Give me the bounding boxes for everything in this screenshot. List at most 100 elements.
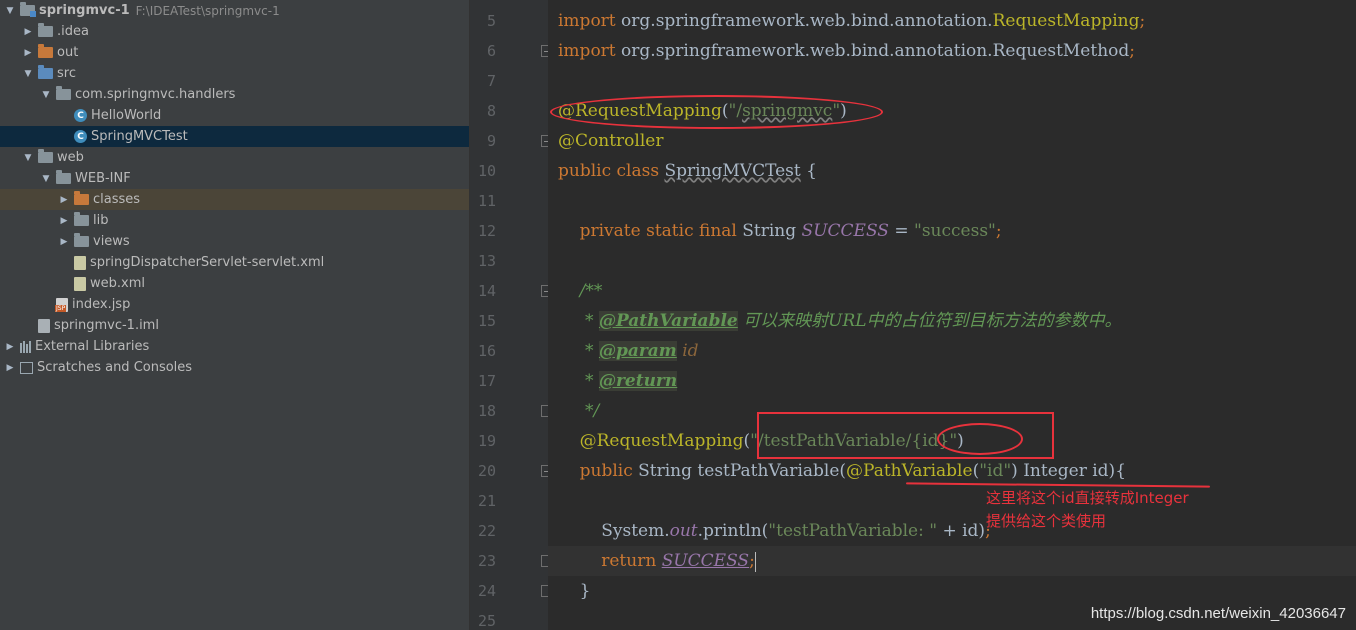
tree-item-label: views <box>93 234 130 249</box>
tree-item-idea[interactable]: ▶ .idea <box>0 21 469 42</box>
iml-file-icon <box>38 318 50 333</box>
code-token: @return <box>598 371 678 391</box>
tree-item-label: External Libraries <box>35 339 150 354</box>
collapse-arrow-icon[interactable]: ▼ <box>4 5 16 17</box>
tree-item-label: SpringMVCTest <box>91 129 188 144</box>
code-token: String <box>638 461 698 481</box>
tree-item-label: .idea <box>57 24 89 39</box>
tree-item-label: web.xml <box>90 276 145 291</box>
expand-arrow-icon[interactable]: ▶ <box>4 341 16 353</box>
line-number: 19 <box>477 432 496 450</box>
package-icon <box>56 86 71 100</box>
code-token: @PathVariable <box>598 311 738 331</box>
code-line: public String testPathVariable(@PathVari… <box>558 456 1126 486</box>
tree-item-springmvctest[interactable]: C SpringMVCTest <box>0 126 469 147</box>
tree-item-label: classes <box>93 192 141 207</box>
line-number: 5 <box>486 12 496 30</box>
code-token: String <box>742 221 802 241</box>
code-token: } <box>558 581 591 601</box>
code-token: import <box>558 41 622 61</box>
code-token: "/ <box>728 101 743 121</box>
module-folder-icon <box>20 2 36 17</box>
collapse-arrow-icon[interactable]: ▼ <box>40 89 52 101</box>
tree-item-classes[interactable]: ▶ classes <box>0 189 469 210</box>
folder-icon <box>38 149 53 163</box>
code-token: SUCCESS <box>801 221 889 241</box>
tree-item-springdispatcherservlet-servlet-xml[interactable]: springDispatcherServlet-servlet.xml <box>0 252 469 273</box>
code-token: /** <box>558 281 603 301</box>
code-token: ; <box>995 221 1002 241</box>
line-number: 7 <box>486 72 496 90</box>
line-number: 13 <box>477 252 496 270</box>
collapse-arrow-icon[interactable]: ▼ <box>40 173 52 185</box>
expand-arrow-icon[interactable]: ▶ <box>22 47 34 59</box>
tree-item-lib[interactable]: ▶ lib <box>0 210 469 231</box>
expand-arrow-icon[interactable]: ▶ <box>58 215 70 227</box>
tree-item-index-jsp[interactable]: index.jsp <box>0 294 469 315</box>
class-icon: C <box>74 109 87 122</box>
code-token: + id) <box>937 521 986 541</box>
collapse-arrow-icon[interactable]: ▼ <box>22 68 34 80</box>
line-number: 17 <box>477 372 496 390</box>
collapse-arrow-icon[interactable]: ▼ <box>22 152 34 164</box>
code-token: static <box>646 221 699 241</box>
expand-arrow-icon[interactable]: ▶ <box>58 236 70 248</box>
tree-item-web-xml[interactable]: web.xml <box>0 273 469 294</box>
tree-item-external-libraries[interactable]: ▶ External Libraries <box>0 336 469 357</box>
tree-item-web-inf[interactable]: ▼ WEB-INF <box>0 168 469 189</box>
code-token: springmvc <box>742 101 833 121</box>
code-line: * @return <box>558 366 678 396</box>
project-tree: ▼ springmvc-1 F:\IDEATest\springmvc-1 ▶ .ide… <box>0 0 469 378</box>
code-token: "testPathVariable: " <box>768 521 938 541</box>
folder-icon <box>38 23 53 37</box>
tree-item-springmvc-1-iml[interactable]: springmvc-1.iml <box>0 315 469 336</box>
line-number: 11 <box>477 192 496 210</box>
tree-item-label: src <box>57 66 76 81</box>
tree-item-springmvc-1[interactable]: ▼ springmvc-1 F:\IDEATest\springmvc-1 <box>0 0 469 21</box>
code-token: out <box>669 521 698 541</box>
line-number: 24 <box>477 582 496 600</box>
tree-item-views[interactable]: ▶ views <box>0 231 469 252</box>
tree-item-label: Scratches and Consoles <box>37 360 193 375</box>
code-editor[interactable]: import org.springframework.web.bind.anno… <box>548 0 1356 630</box>
source-folder-icon <box>38 65 53 79</box>
tree-item-src[interactable]: ▼ src <box>0 63 469 84</box>
tree-item-label: springDispatcherServlet-servlet.xml <box>90 255 325 270</box>
code-token: org.springframework.web.bind.annotation.… <box>621 41 1130 61</box>
tree-item-out[interactable]: ▶ out <box>0 42 469 63</box>
tree-item-com-springmvc-handlers[interactable]: ▼ com.springmvc.handlers <box>0 84 469 105</box>
tree-item-label: WEB-INF <box>75 171 131 186</box>
code-token: public <box>558 461 639 481</box>
code-token: @Controller <box>558 131 664 151</box>
code-token: * <box>558 371 599 391</box>
tree-item-label: com.springmvc.handlers <box>75 87 236 102</box>
line-number: 18 <box>477 402 496 420</box>
expand-arrow-icon[interactable]: ▶ <box>58 194 70 206</box>
expand-arrow-icon[interactable]: ▶ <box>22 26 34 38</box>
tree-item-helloworld[interactable]: C HelloWorld <box>0 105 469 126</box>
code-token: "/testPathVariable/{id}" <box>750 431 958 451</box>
tree-item-label: springmvc-1.iml <box>54 318 159 333</box>
code-token: * <box>558 341 599 361</box>
line-number: 8 <box>486 102 496 120</box>
line-number: 22 <box>477 522 496 540</box>
jsp-file-icon <box>55 297 68 312</box>
line-number: 9 <box>486 132 496 150</box>
tree-item-scratches-and-consoles[interactable]: ▶ Scratches and Consoles <box>0 357 469 378</box>
project-panel: ▼ springmvc-1 F:\IDEATest\springmvc-1 ▶ .ide… <box>0 0 469 630</box>
editor-gutter: 5 6 7 8 9 10 11 12 13 14 15 16 17 18 19 20 21 22 23 24 25 <box>469 0 553 630</box>
code-token: class <box>616 161 665 181</box>
scratches-icon <box>20 361 33 374</box>
expand-arrow-icon[interactable]: ▶ <box>4 362 16 374</box>
code-token: ; <box>1129 41 1135 61</box>
code-token: ) <box>840 101 847 121</box>
line-number: 20 <box>477 462 496 480</box>
line-number: 16 <box>477 342 496 360</box>
tree-item-web[interactable]: ▼ web <box>0 147 469 168</box>
